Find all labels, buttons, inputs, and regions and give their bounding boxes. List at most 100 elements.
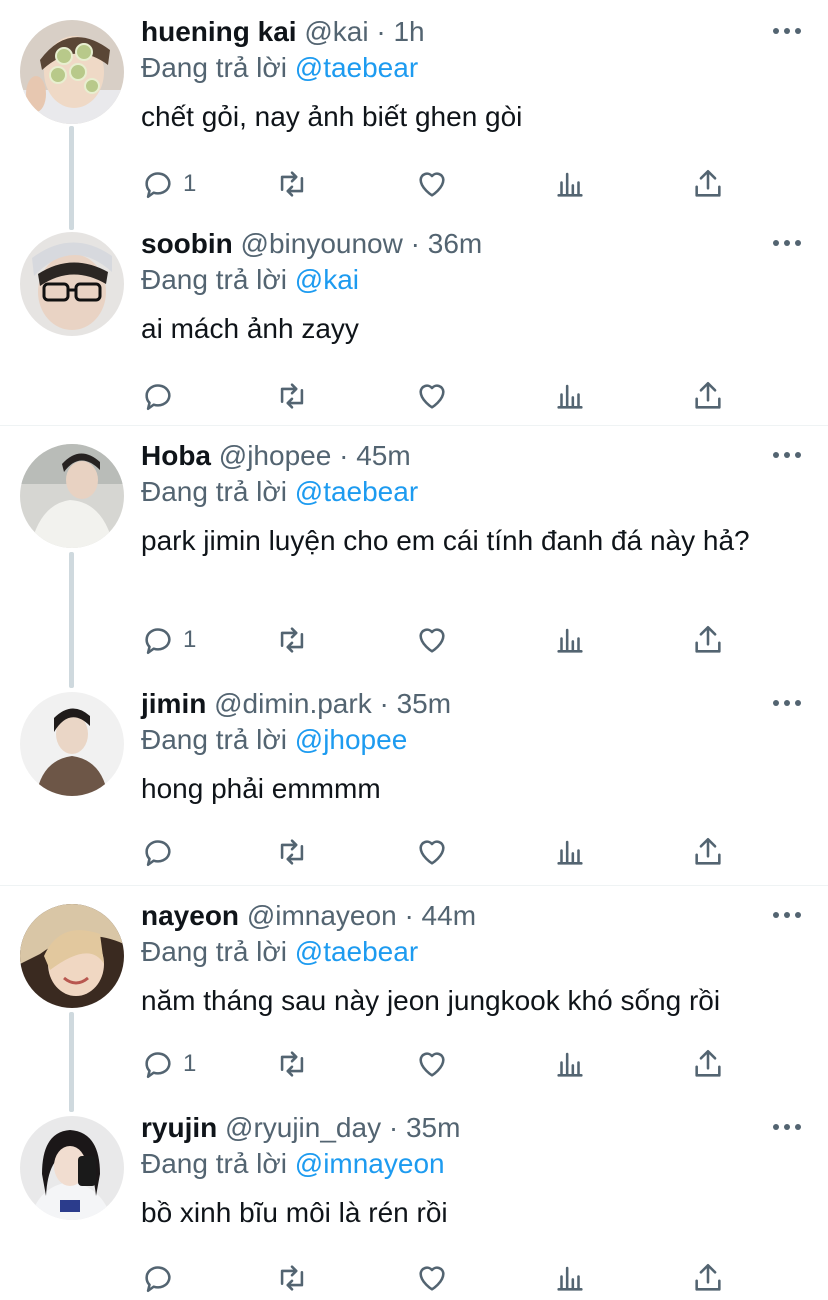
- action-bar: 1: [141, 1044, 781, 1084]
- reply-icon: [145, 840, 171, 867]
- like-button[interactable]: [415, 1258, 449, 1298]
- more-icon[interactable]: [772, 908, 802, 920]
- more-icon[interactable]: [772, 24, 802, 36]
- like-button[interactable]: [415, 164, 449, 204]
- handle[interactable]: @kai: [304, 16, 368, 47]
- reply-icon: [145, 628, 171, 655]
- separator: ·: [339, 440, 349, 471]
- timestamp[interactable]: 45m: [356, 440, 410, 471]
- tweet-header: nayeon @imnayeon · 44m: [141, 898, 476, 934]
- display-name[interactable]: nayeon: [141, 900, 239, 931]
- analytics-button[interactable]: [553, 164, 587, 204]
- reply-mention[interactable]: @taebear: [295, 936, 418, 967]
- share-button[interactable]: [691, 376, 725, 416]
- more-icon[interactable]: [772, 696, 802, 708]
- reply-icon: [145, 1052, 171, 1079]
- avatar[interactable]: [20, 20, 124, 124]
- retweet-button[interactable]: [275, 832, 309, 872]
- avatar[interactable]: [20, 904, 124, 1008]
- replying-to: Đang trả lời @kai: [141, 262, 359, 298]
- like-button[interactable]: [415, 1044, 449, 1084]
- analytics-button[interactable]: [553, 1044, 587, 1084]
- timestamp[interactable]: 35m: [406, 1112, 460, 1143]
- separator: ·: [376, 16, 386, 47]
- reply-icon: [145, 1266, 171, 1293]
- thread-line: [69, 126, 74, 230]
- retweet-icon: [280, 383, 304, 409]
- analytics-button[interactable]: [553, 620, 587, 660]
- like-button[interactable]: [415, 620, 449, 660]
- display-name[interactable]: jimin: [141, 688, 206, 719]
- share-button[interactable]: [691, 1044, 725, 1084]
- retweet-button[interactable]: [275, 1258, 309, 1298]
- retweet-button[interactable]: [275, 164, 309, 204]
- separator: ·: [410, 228, 420, 259]
- tweet-text: bồ xinh bĩu môi là rén rồi: [141, 1197, 448, 1228]
- avatar[interactable]: [20, 232, 124, 336]
- reply-button[interactable]: 1: [141, 620, 196, 660]
- like-button[interactable]: [415, 376, 449, 416]
- separator: ·: [404, 900, 414, 931]
- action-bar: 1: [141, 164, 781, 204]
- share-button[interactable]: [691, 620, 725, 660]
- timestamp[interactable]: 35m: [397, 688, 451, 719]
- avatar[interactable]: [20, 692, 124, 796]
- share-button[interactable]: [691, 1258, 725, 1298]
- reply-button[interactable]: 1: [141, 164, 196, 204]
- handle[interactable]: @binyounow: [241, 228, 403, 259]
- retweet-button[interactable]: [275, 376, 309, 416]
- handle[interactable]: @imnayeon: [247, 900, 397, 931]
- share-button[interactable]: [691, 164, 725, 204]
- more-icon[interactable]: [772, 1120, 802, 1132]
- reply-button[interactable]: [141, 1258, 183, 1298]
- analytics-button[interactable]: [553, 1258, 587, 1298]
- handle[interactable]: @jhopee: [219, 440, 332, 471]
- retweet-button[interactable]: [275, 1044, 309, 1084]
- reply-mention[interactable]: @imnayeon: [295, 1148, 445, 1179]
- display-name[interactable]: soobin: [141, 228, 233, 259]
- tweet-text: chết gỏi, nay ảnh biết ghen gòi: [141, 101, 523, 132]
- timestamp[interactable]: 1h: [393, 16, 424, 47]
- more-icon[interactable]: [772, 448, 802, 460]
- share-icon: [695, 381, 721, 409]
- avatar[interactable]: [20, 444, 124, 548]
- display-name[interactable]: huening kai: [141, 16, 297, 47]
- handle[interactable]: @dimin.park: [214, 688, 372, 719]
- avatar[interactable]: [20, 1116, 124, 1220]
- reply-mention[interactable]: @taebear: [295, 52, 418, 83]
- reply-button[interactable]: [141, 832, 183, 872]
- reply-mention[interactable]: @jhopee: [295, 724, 408, 755]
- retweet-button[interactable]: [275, 620, 309, 660]
- display-name[interactable]: Hoba: [141, 440, 211, 471]
- reply-button[interactable]: 1: [141, 1044, 196, 1084]
- thread-line: [69, 552, 74, 688]
- reply-mention[interactable]: @kai: [295, 264, 359, 295]
- like-button[interactable]: [415, 832, 449, 872]
- retweet-icon: [280, 627, 304, 653]
- display-name[interactable]: ryujin: [141, 1112, 217, 1143]
- share-icon: [695, 1049, 721, 1077]
- reply-count: 1: [183, 1050, 197, 1077]
- divider: [0, 885, 828, 886]
- more-icon[interactable]: [772, 236, 802, 248]
- replying-label: Đang trả lời: [141, 936, 287, 967]
- analytics-button[interactable]: [553, 832, 587, 872]
- action-bar: [141, 376, 781, 416]
- timestamp[interactable]: 44m: [422, 900, 476, 931]
- like-icon: [419, 1052, 445, 1077]
- action-bar: [141, 832, 781, 872]
- reply-mention[interactable]: @taebear: [295, 476, 418, 507]
- analytics-icon: [557, 384, 583, 409]
- like-icon: [419, 172, 445, 197]
- timestamp[interactable]: 36m: [428, 228, 482, 259]
- tweet-header: jimin @dimin.park · 35m: [141, 686, 451, 722]
- reply-button[interactable]: [141, 376, 183, 416]
- replying-to: Đang trả lời @taebear: [141, 474, 418, 510]
- separator: ·: [388, 1112, 399, 1143]
- retweet-icon: [280, 1051, 304, 1077]
- handle[interactable]: @ryujin_day: [225, 1112, 381, 1143]
- analytics-button[interactable]: [553, 376, 587, 416]
- share-button[interactable]: [691, 832, 725, 872]
- replying-label: Đang trả lời: [141, 52, 287, 83]
- reply-icon: [145, 172, 171, 199]
